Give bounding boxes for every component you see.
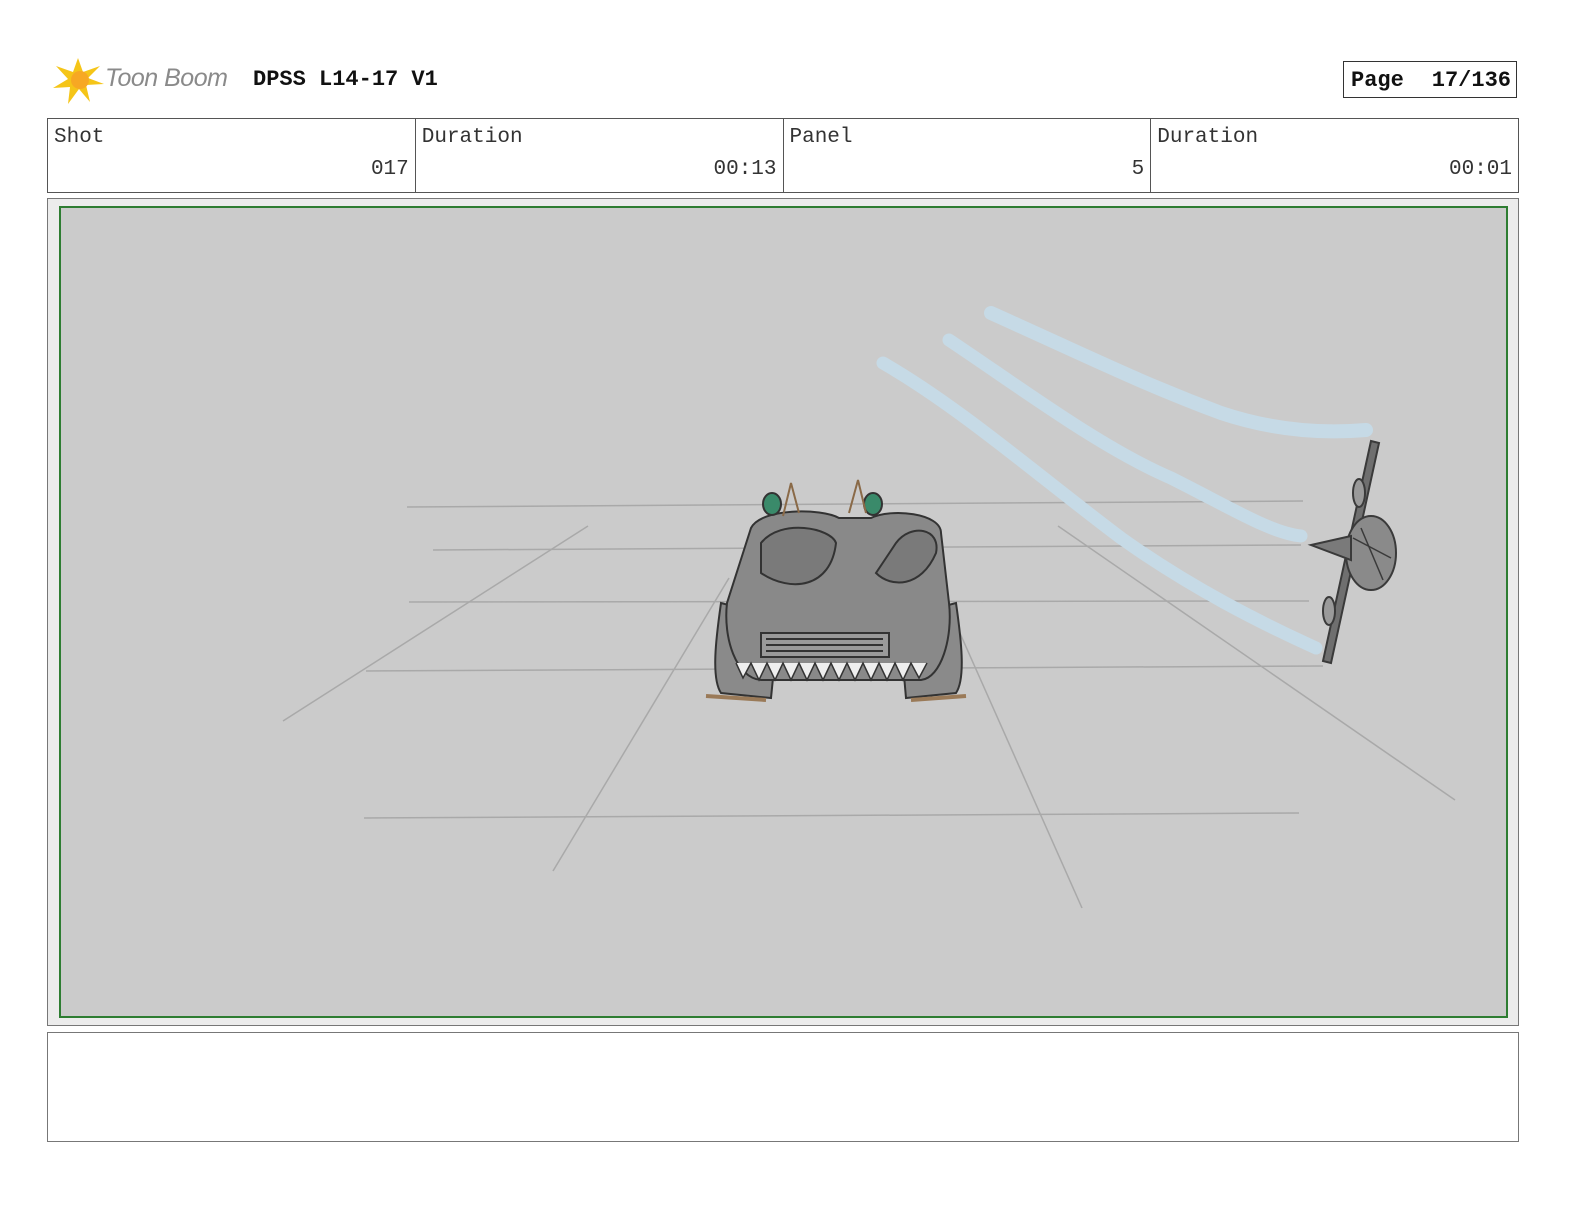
panel-cell: Panel 5 [784, 119, 1152, 192]
panel-label: Panel [789, 126, 853, 149]
storyboard-panel-image [59, 206, 1508, 1018]
page-indicator: Page 17/136 [1343, 61, 1517, 98]
shot-duration-label: Duration [421, 126, 523, 149]
shot-info-table: Shot 017 Duration 00:13 Panel 5 Duration… [47, 118, 1519, 193]
panel-duration-label: Duration [1157, 126, 1259, 149]
shot-cell: Shot 017 [48, 119, 416, 192]
storyboard-panel-frame [47, 198, 1519, 1026]
monster-car-sketch [705, 479, 967, 702]
shot-duration-cell: Duration 00:13 [416, 119, 784, 192]
panel-sketch [282, 306, 1456, 909]
panel-duration-cell: Duration 00:01 [1151, 119, 1518, 192]
panel-duration-value: 00:01 [1448, 158, 1512, 181]
page-label: Page [1351, 68, 1404, 93]
panel-value: 5 [1131, 158, 1145, 181]
toon-boom-logo: Toon Boom [50, 54, 240, 106]
project-title: DPSS L14-17 V1 [253, 67, 438, 92]
smoke-trail-sketch [876, 306, 1373, 655]
page-number: 17/136 [1431, 68, 1511, 93]
shot-label: Shot [54, 126, 105, 149]
starburst-logo-icon [53, 58, 104, 104]
logo-text: Toon Boom [105, 64, 228, 92]
shot-duration-value: 00:13 [713, 158, 777, 181]
shot-value: 017 [370, 158, 409, 181]
propeller-plane-sketch [1307, 439, 1397, 665]
panel-notes-box[interactable] [47, 1032, 1519, 1142]
